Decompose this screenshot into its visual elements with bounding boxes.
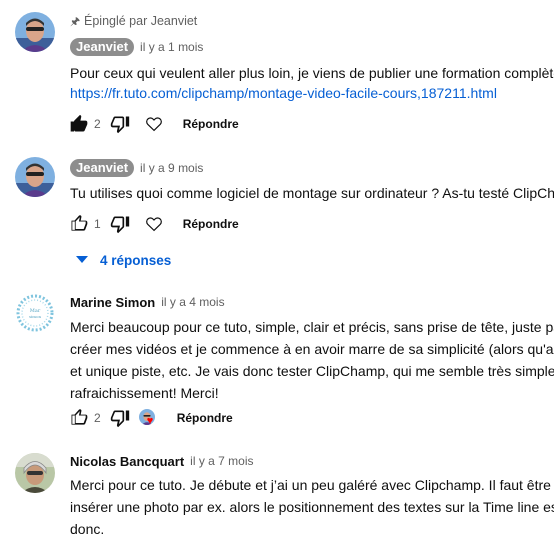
creator-heart-icon[interactable]: ♥: [138, 407, 161, 429]
comment-link[interactable]: https://fr.tuto.com/clipchamp/montage-vi…: [70, 83, 554, 103]
comment-actions: 2 Répondre: [68, 112, 239, 136]
comment-time[interactable]: il y a 1 mois: [140, 40, 203, 54]
thumb-up-icon[interactable]: [68, 113, 90, 135]
heart-outline-icon[interactable]: [143, 113, 165, 135]
reply-button[interactable]: Répondre: [183, 217, 239, 231]
comment-meta: Jeanviet il y a 9 mois: [70, 159, 203, 177]
heart-outline-icon[interactable]: [143, 213, 165, 235]
view-replies-button[interactable]: 4 réponses: [76, 250, 171, 270]
comment-thread: Mar simon Marine Simon il y a 4 mois Mer…: [0, 275, 554, 435]
comment-text: Merci pour ce tuto. Je débute et j’ai un…: [70, 477, 554, 537]
comment-thread: Jeanviet il y a 9 mois Tu utilises quoi …: [0, 145, 554, 275]
comment-time[interactable]: il y a 7 mois: [190, 454, 253, 468]
svg-text:simon: simon: [29, 314, 42, 319]
avatar-marine-simon[interactable]: Mar simon: [15, 293, 55, 333]
comment-actions: 1 Répondre: [68, 212, 239, 236]
pinned-label: 🖈 Épinglé par Jeanviet: [70, 13, 197, 32]
author-name[interactable]: Jeanviet: [70, 159, 135, 177]
author-name[interactable]: Marine Simon: [70, 295, 155, 310]
chevron-down-icon: [76, 256, 88, 264]
pin-icon: 🖈: [70, 16, 81, 28]
comment-text: Pour ceux qui veulent aller plus loin, j…: [70, 63, 554, 103]
comment-actions: 2 ♥ Répondre: [68, 406, 233, 430]
comment-meta: Marine Simon il y a 4 mois: [70, 293, 225, 311]
comment-meta: Jeanviet il y a 1 mois: [70, 38, 203, 56]
avatar-nicolas-bancquart[interactable]: [15, 453, 55, 493]
heart-icon: ♥: [146, 415, 154, 427]
author-name[interactable]: Nicolas Bancquart: [70, 454, 184, 469]
comment-text: Tu utilises quoi comme logiciel de monta…: [70, 185, 554, 201]
replies-count-label: 4 réponses: [100, 252, 172, 268]
comment-thread: 🖈 Épinglé par Jeanviet Jeanviet il y a 1 …: [0, 0, 554, 145]
comment-time[interactable]: il y a 9 mois: [140, 161, 203, 175]
like-count: 2: [94, 411, 101, 425]
thumb-down-icon[interactable]: [109, 113, 131, 135]
comment-text: Merci beaucoup pour ce tuto, simple, cla…: [70, 319, 554, 401]
thumb-down-icon[interactable]: [109, 407, 131, 429]
like-count: 2: [94, 117, 101, 131]
comment-time[interactable]: il y a 4 mois: [161, 295, 224, 309]
thumb-down-icon[interactable]: [109, 213, 131, 235]
thumb-up-icon[interactable]: [68, 407, 90, 429]
comment-thread: Nicolas Bancquart il y a 7 mois Merci po…: [0, 435, 554, 540]
avatar-jeanviet[interactable]: [15, 12, 55, 52]
reply-button[interactable]: Répondre: [177, 411, 233, 425]
like-count: 1: [94, 217, 101, 231]
avatar-jeanviet[interactable]: [15, 157, 55, 197]
comment-meta: Nicolas Bancquart il y a 7 mois: [70, 452, 254, 470]
author-name[interactable]: Jeanviet: [70, 38, 135, 56]
thumb-up-icon[interactable]: [68, 213, 90, 235]
reply-button[interactable]: Répondre: [183, 117, 239, 131]
